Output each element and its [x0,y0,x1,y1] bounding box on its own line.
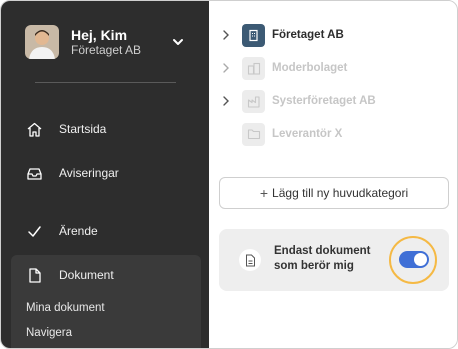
sidebar-subitem-navigera[interactable]: Navigera [26,327,72,339]
sidebar-item-startsida[interactable]: Startsida [1,109,201,149]
sidebar-item-label: Dokument [59,268,114,282]
tree-item-leverantor-x[interactable]: Leverantör X [209,122,457,146]
plus-icon: + [259,185,269,201]
only-my-documents-toggle[interactable] [399,251,429,268]
main-panel: Företaget AB Moderbolaget Systerföretage… [209,1,457,348]
add-main-category-button[interactable]: + Lägg till ny huvudkategori [219,177,449,209]
sidebar-item-arende[interactable]: Ärende [1,211,201,251]
tree-item-label: Företaget AB [272,29,344,41]
sidebar-divider [35,82,176,83]
tree-item-systerforetaget-ab[interactable]: Systerföretaget AB [209,89,457,113]
chevron-down-icon [173,39,183,45]
filter-label-line1: Endast dokument [274,245,371,257]
home-icon [27,122,42,137]
avatar [25,25,59,59]
factory-icon [242,89,265,113]
sidebar-item-aviseringar[interactable]: Aviseringar [1,153,201,193]
filter-label-line2: som berör mig [274,260,354,272]
inbox-icon [27,167,42,180]
tree-item-label: Systerföretaget AB [272,95,376,107]
document-icon [29,267,41,283]
sidebar: Hej, Kim Företaget AB Startsida Aviserin… [1,1,209,348]
chevron-right-icon[interactable] [221,30,231,40]
folder-icon [242,122,265,146]
sidebar-item-dokument[interactable]: Dokument [1,255,201,295]
sidebar-item-label: Ärende [59,224,98,238]
chevron-right-icon[interactable] [221,63,231,73]
building-icon [242,23,265,47]
toggle-knob [414,253,427,266]
filter-card: Endast dokument som berör mig [219,229,449,291]
user-menu[interactable]: Hej, Kim Företaget AB [25,25,185,59]
user-company: Företaget AB [71,43,142,57]
user-greeting: Hej, Kim [71,27,128,43]
sidebar-item-label: Startsida [59,122,107,136]
tree-item-label: Moderbolaget [272,62,348,74]
app-window: Hej, Kim Företaget AB Startsida Aviserin… [0,0,458,349]
sidebar-subitem-mina-dokument[interactable]: Mina dokument [26,302,105,314]
filter-label: Endast dokument som berör mig [274,244,374,274]
tree-item-label: Leverantör X [272,128,343,140]
sidebar-item-label: Aviseringar [59,166,119,180]
buildings-icon [242,56,265,80]
check-icon [28,225,41,237]
tree-item-foretaget-ab[interactable]: Företaget AB [209,23,457,47]
add-main-category-label: Lägg till ny huvudkategori [272,186,409,200]
tree-item-moderbolaget[interactable]: Moderbolaget [209,56,457,80]
chevron-right-icon[interactable] [221,96,231,106]
document-icon [239,249,261,271]
